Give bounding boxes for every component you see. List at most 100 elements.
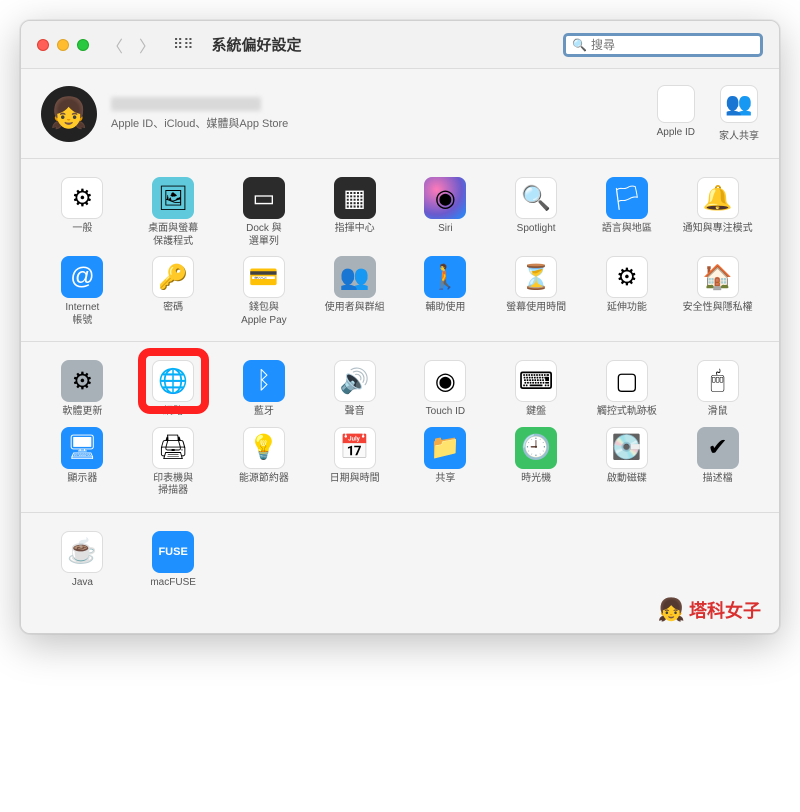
grid-icon[interactable]: ⠿⠿	[173, 36, 194, 53]
bluetooth-label: 藍牙	[254, 406, 274, 419]
account-subtitle: Apple ID、iCloud、媒體與App Store	[111, 115, 657, 131]
pref-section: ☕JavaFUSEmacFUSE👧塔科女子	[21, 513, 779, 634]
close-button[interactable]	[37, 39, 49, 51]
pref-item-timemachine[interactable]: 🕘時光機	[493, 423, 580, 502]
pref-item-security[interactable]: 🏠安全性與隱私權	[674, 252, 761, 331]
pref-item-internet[interactable]: @ Internet 帳號	[39, 252, 126, 331]
pref-item-keyboard[interactable]: ⌨ 鍵盤	[493, 356, 580, 423]
wallet-label: 錢包與 Apple Pay	[241, 302, 287, 327]
spotlight-label: Spotlight	[517, 223, 556, 236]
pref-item-java[interactable]: ☕Java	[39, 527, 126, 594]
nav-arrows: 〈 〉	[103, 31, 159, 59]
pref-item-sound[interactable]: 🔊聲音	[311, 356, 398, 423]
dock-icon: ▭	[243, 177, 285, 219]
extensions-label: 延伸功能	[607, 302, 647, 315]
displays-icon: 🖥	[61, 427, 103, 469]
pref-item-notifications[interactable]: 🔔通知與專注模式	[674, 173, 761, 252]
passwords-icon: 🔑	[152, 256, 194, 298]
network-label: 網路	[163, 406, 183, 419]
macfuse-icon: FUSE	[152, 531, 194, 573]
startup-label: 啟動磁碟	[607, 473, 647, 486]
pref-item-profiles[interactable]: ✔描述檔	[674, 423, 761, 502]
pref-row: ⚙︎一般🖼桌面與螢幕 保護程式 ▭ Dock 與 選單列 ▦指揮中心◉Siri🔍Spo…	[39, 173, 761, 252]
system-preferences-window: 〈 〉 ⠿⠿ 系統偏好設定 🔍 👧 Apple ID、iCloud、媒體與App…	[20, 20, 780, 634]
pref-item-wallet[interactable]: 💳 錢包與 Apple Pay	[221, 252, 308, 331]
zoom-button[interactable]	[77, 39, 89, 51]
internet-label: Internet 帳號	[65, 302, 99, 327]
wallet-icon: 💳	[243, 256, 285, 298]
pref-item-siri[interactable]: ◉Siri	[402, 173, 489, 252]
pref-item-extensions[interactable]: ⚙ 延伸功能	[584, 252, 671, 331]
pref-item-printers[interactable]: 🖨印表機與 掃描器	[130, 423, 217, 502]
pref-item-passwords[interactable]: 🔑密碼	[130, 252, 217, 331]
apple-id-button[interactable]: Apple ID	[657, 85, 695, 142]
pref-item-touchid[interactable]: ◉Touch ID	[402, 356, 489, 423]
apple-icon	[657, 85, 695, 123]
search-input[interactable]	[591, 38, 754, 52]
security-icon: 🏠	[697, 256, 739, 298]
pref-item-spotlight[interactable]: 🔍Spotlight	[493, 173, 580, 252]
mouse-label: 滑鼠	[708, 406, 728, 419]
software-update-label: 軟體更新	[62, 406, 102, 419]
search-field[interactable]: 🔍	[563, 33, 763, 57]
accessibility-icon: 🚶	[424, 256, 466, 298]
keyboard-icon: ⌨	[515, 360, 557, 402]
pref-row: @ Internet 帳號 🔑密碼 💳 錢包與 Apple Pay 👥使用者與群組🚶輔助使…	[39, 252, 761, 331]
java-icon: ☕	[61, 531, 103, 573]
sharing-label: 共享	[435, 473, 455, 486]
keyboard-label: 鍵盤	[526, 406, 546, 419]
datetime-label: 日期與時間	[330, 473, 380, 486]
sharing-icon: 📁	[424, 427, 466, 469]
pref-item-bluetooth[interactable]: ᛒ藍牙	[221, 356, 308, 423]
pref-row: 🖥 顯示器 🖨印表機與 掃描器💡能源節約器📅日期與時間 📁 共享 🕘時光機 💽 啟動磁碟 ✔描述…	[39, 423, 761, 502]
pref-item-desktop[interactable]: 🖼桌面與螢幕 保護程式	[130, 173, 217, 252]
screentime-label: 螢幕使用時間	[506, 302, 566, 315]
pref-item-mission[interactable]: ▦指揮中心	[311, 173, 398, 252]
energy-icon: 💡	[243, 427, 285, 469]
dock-label: Dock 與 選單列	[246, 223, 282, 248]
trackpad-icon: ▢	[606, 360, 648, 402]
startup-icon: 💽	[606, 427, 648, 469]
window-title: 系統偏好設定	[212, 34, 302, 55]
mouse-icon: 🖱	[697, 360, 739, 402]
forward-button[interactable]: 〉	[135, 31, 159, 59]
trackpad-label: 觸控式軌跡板	[597, 406, 657, 419]
minimize-button[interactable]	[57, 39, 69, 51]
printers-icon: 🖨	[152, 427, 194, 469]
titlebar: 〈 〉 ⠿⠿ 系統偏好設定 🔍	[21, 21, 779, 69]
pref-item-software-update[interactable]: ⚙軟體更新	[39, 356, 126, 423]
back-button[interactable]: 〈	[103, 31, 127, 59]
language-label: 語言與地區	[602, 223, 652, 236]
pref-item-dock[interactable]: ▭ Dock 與 選單列	[221, 173, 308, 252]
pref-item-network[interactable]: 🌐網路	[130, 356, 217, 423]
pref-item-general[interactable]: ⚙︎一般	[39, 173, 126, 252]
pref-item-mouse[interactable]: 🖱 滑鼠	[674, 356, 761, 423]
pref-item-accessibility[interactable]: 🚶輔助使用	[402, 252, 489, 331]
pref-item-trackpad[interactable]: ▢ 觸控式軌跡板	[584, 356, 671, 423]
internet-icon: @	[61, 256, 103, 298]
macfuse-label: macFUSE	[150, 577, 196, 590]
screentime-icon: ⏳	[515, 256, 557, 298]
family-icon: 👥	[720, 85, 758, 123]
users-icon: 👥	[334, 256, 376, 298]
general-icon: ⚙︎	[61, 177, 103, 219]
desktop-label: 桌面與螢幕 保護程式	[148, 223, 198, 248]
language-icon: 🏳	[606, 177, 648, 219]
touchid-label: Touch ID	[426, 406, 465, 419]
siri-icon: ◉	[424, 177, 466, 219]
pref-item-sharing[interactable]: 📁 共享	[402, 423, 489, 502]
sound-icon: 🔊	[334, 360, 376, 402]
extensions-icon: ⚙	[606, 256, 648, 298]
pref-item-startup[interactable]: 💽 啟動磁碟	[584, 423, 671, 502]
pref-item-displays[interactable]: 🖥 顯示器	[39, 423, 126, 502]
family-sharing-button[interactable]: 👥 家人共享	[719, 85, 759, 142]
pref-item-language[interactable]: 🏳 語言與地區	[584, 173, 671, 252]
displays-label: 顯示器	[67, 473, 97, 486]
pref-item-screentime[interactable]: ⏳ 螢幕使用時間	[493, 252, 580, 331]
pref-item-users[interactable]: 👥使用者與群組	[311, 252, 398, 331]
pref-item-datetime[interactable]: 📅日期與時間	[311, 423, 398, 502]
avatar[interactable]: 👧	[41, 86, 97, 142]
pref-section: ⚙︎一般🖼桌面與螢幕 保護程式 ▭ Dock 與 選單列 ▦指揮中心◉Siri🔍Spo…	[21, 159, 779, 342]
pref-item-macfuse[interactable]: FUSE macFUSE	[130, 527, 217, 594]
pref-item-energy[interactable]: 💡能源節約器	[221, 423, 308, 502]
